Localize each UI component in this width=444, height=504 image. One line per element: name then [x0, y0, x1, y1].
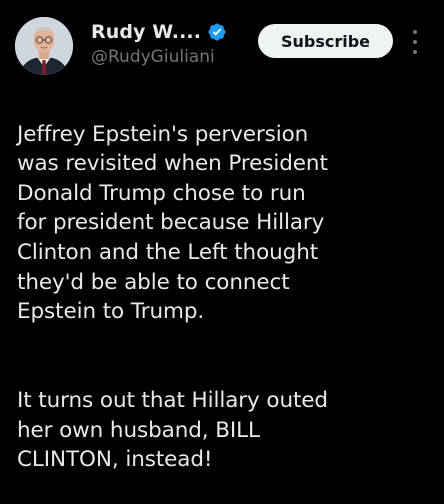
more-options-icon[interactable]: [408, 30, 422, 54]
post-card: Rudy W.... @RudyGiuliani Subscribe Jeffr…: [0, 0, 444, 500]
author-avatar[interactable]: [15, 17, 73, 75]
subscribe-button[interactable]: Subscribe: [258, 24, 393, 58]
display-name-row: Rudy W....: [91, 19, 227, 45]
more-dot: [413, 50, 417, 54]
more-dot: [413, 40, 417, 44]
post-paragraph: Jeffrey Epstein's perversion was revisit…: [17, 121, 328, 325]
post-paragraph: It turns out that Hillary outed her own …: [17, 387, 328, 473]
more-dot: [413, 30, 417, 34]
profile-photo: [15, 17, 73, 75]
verified-badge-icon: [207, 22, 227, 42]
author-handle[interactable]: @RudyGiuliani: [91, 47, 215, 67]
author-display-name[interactable]: Rudy W....: [91, 21, 201, 43]
post-text: Jeffrey Epstein's perversion was revisit…: [17, 90, 437, 504]
